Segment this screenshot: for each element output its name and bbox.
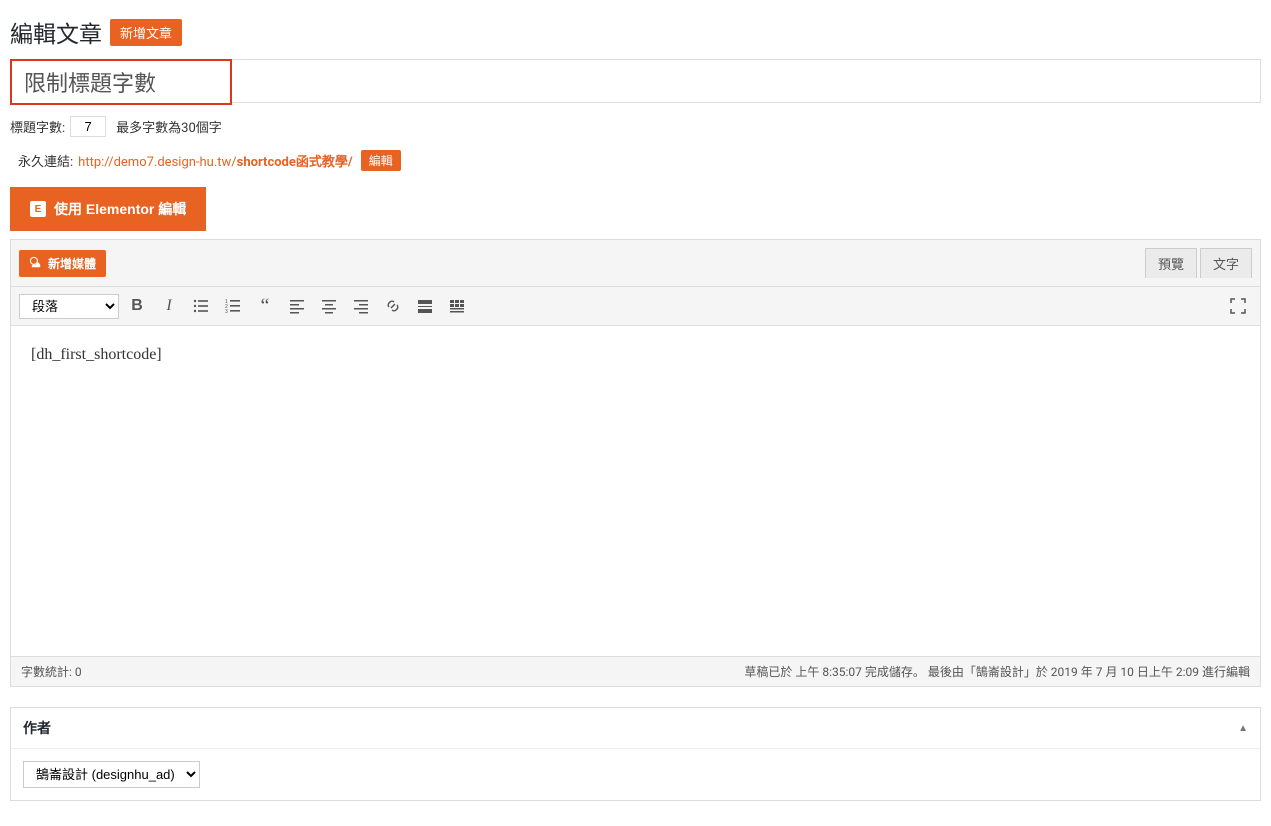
title-input[interactable] xyxy=(12,61,230,103)
elementor-icon: E xyxy=(30,201,46,217)
add-media-button[interactable]: 新增媒體 xyxy=(19,250,106,277)
bullet-list-icon xyxy=(193,298,209,314)
permalink-url-base[interactable]: http://demo7.design-hu.tw/ xyxy=(78,155,237,170)
align-right-button[interactable] xyxy=(347,292,375,320)
link-icon xyxy=(385,298,401,314)
permalink-label: 永久連結: xyxy=(18,151,73,170)
new-post-button[interactable]: 新增文章 xyxy=(110,19,182,46)
link-button[interactable] xyxy=(379,292,407,320)
editor-content-area[interactable]: [dh_first_shortcode] xyxy=(11,326,1260,656)
save-status: 草稿已於 上午 8:35:07 完成儲存。 最後由「鵠崙設計」於 2019 年 … xyxy=(744,663,1250,680)
align-center-icon xyxy=(321,298,337,314)
elementor-label: 使用 Elementor 編輯 xyxy=(54,199,186,219)
align-center-button[interactable] xyxy=(315,292,343,320)
title-count-input[interactable] xyxy=(70,116,106,137)
title-highlight-box xyxy=(10,59,232,105)
align-left-button[interactable] xyxy=(283,292,311,320)
bullet-list-button[interactable] xyxy=(187,292,215,320)
title-input-extension[interactable] xyxy=(232,59,1261,103)
author-box-title: 作者 xyxy=(23,718,51,738)
elementor-edit-button[interactable]: E 使用 Elementor 編輯 xyxy=(10,187,206,231)
read-more-button[interactable] xyxy=(411,292,439,320)
add-media-label: 新增媒體 xyxy=(48,255,96,272)
title-count-label: 標題字數: xyxy=(10,117,65,136)
bold-button[interactable]: B xyxy=(123,292,151,320)
word-count: 字數統計: 0 xyxy=(21,663,82,680)
author-select[interactable]: 鵠崙設計 (designhu_ad) xyxy=(23,761,200,788)
toolbar-toggle-button[interactable] xyxy=(443,292,471,320)
italic-button[interactable]: I xyxy=(155,292,183,320)
fullscreen-button[interactable] xyxy=(1224,292,1252,320)
permalink-slug[interactable]: shortcode函式教學/ xyxy=(237,155,353,170)
tab-preview[interactable]: 預覽 xyxy=(1145,248,1197,278)
format-select[interactable]: 段落 xyxy=(19,294,119,319)
page-title: 編輯文章 xyxy=(10,15,102,49)
quote-button[interactable]: “ xyxy=(251,292,279,320)
edit-permalink-button[interactable]: 編輯 xyxy=(361,150,401,171)
align-right-icon xyxy=(353,298,369,314)
author-box-header[interactable]: 作者 ▲ xyxy=(11,708,1260,749)
align-left-icon xyxy=(289,298,305,314)
read-more-icon xyxy=(417,298,433,314)
fullscreen-icon xyxy=(1230,298,1246,314)
media-icon xyxy=(29,256,43,270)
collapse-icon: ▲ xyxy=(1238,723,1248,734)
tab-text[interactable]: 文字 xyxy=(1200,248,1252,278)
max-count-text: 最多字數為30個字 xyxy=(116,117,222,136)
number-list-icon: 123 xyxy=(225,298,241,314)
svg-text:3: 3 xyxy=(225,309,228,314)
number-list-button[interactable]: 123 xyxy=(219,292,247,320)
toolbar-toggle-icon xyxy=(449,298,465,314)
